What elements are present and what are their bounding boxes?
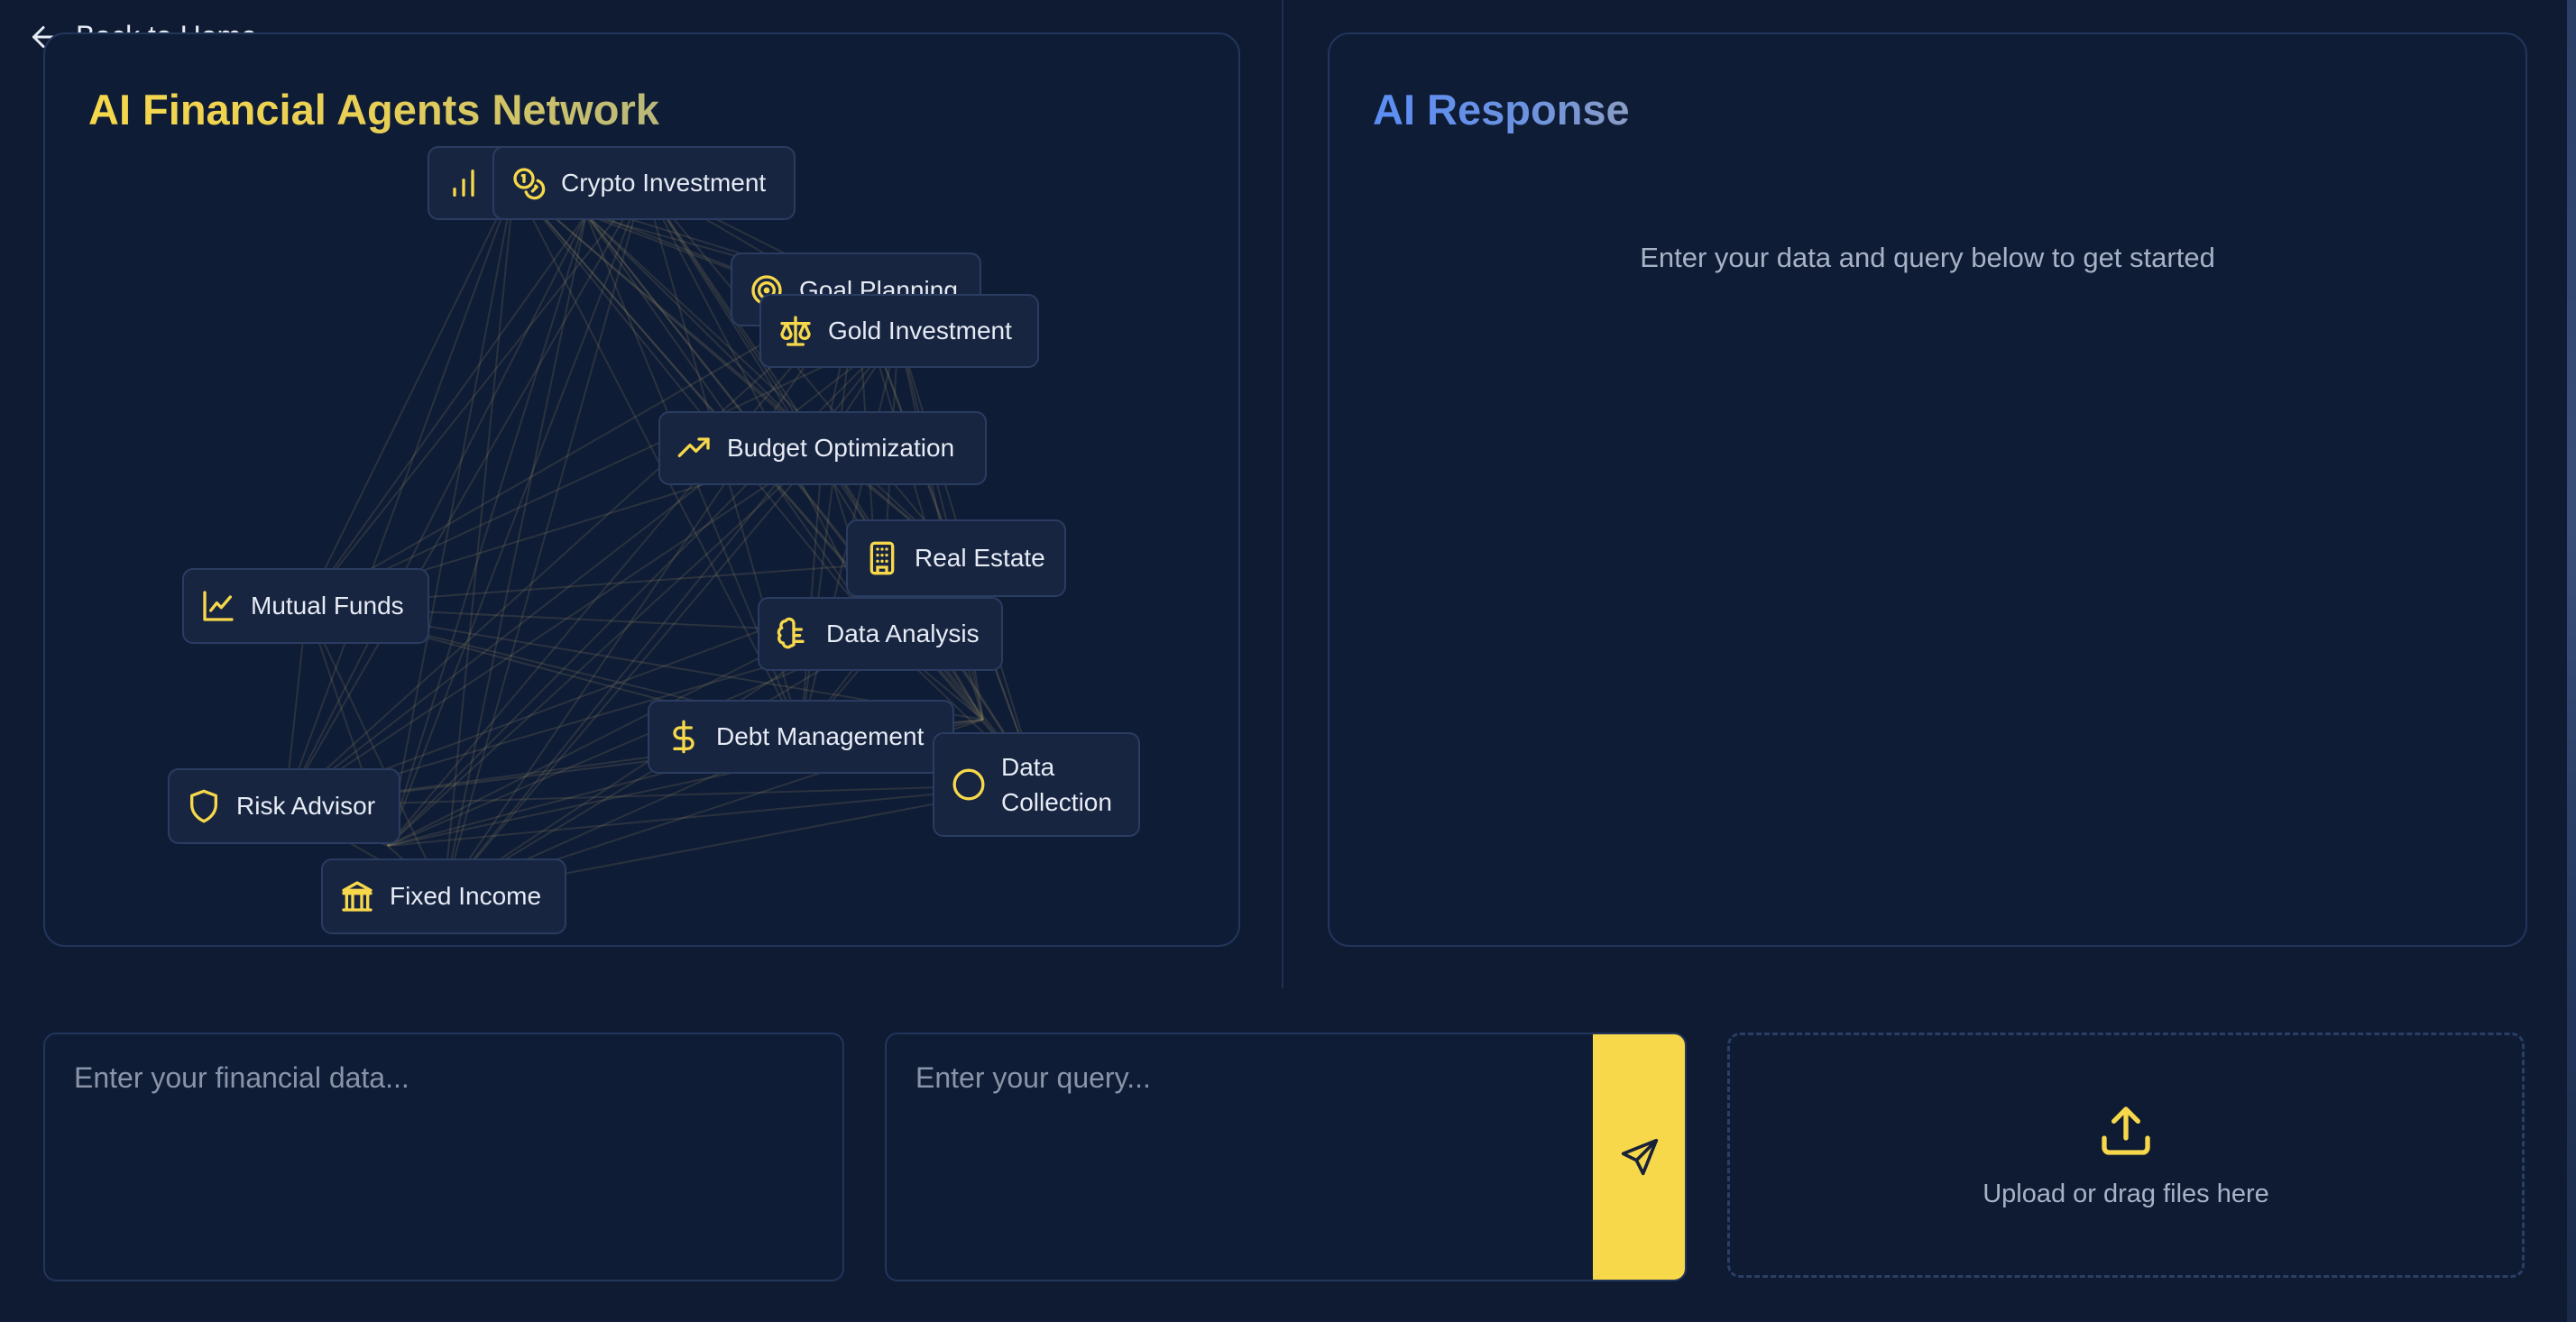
connection-line [443,182,645,897]
financial-data-box [43,1033,844,1281]
agent-node-crypto-investment[interactable]: Crypto Investment [492,146,796,220]
bar-chart-icon [453,170,474,197]
connection-line [284,214,587,807]
connection-line [306,182,645,607]
circle-icon [952,768,985,801]
query-input[interactable] [887,1034,1592,1280]
agent-node-budget-optimization[interactable]: Budget Optimization [658,411,987,485]
connection-line [306,214,587,607]
agents-network-panel: AI Financial Agents Network Goal Plannin… [43,32,1240,947]
agent-node-gold-investment[interactable]: Gold Investment [759,294,1039,368]
agent-node-fixed-income[interactable]: Fixed Income [321,858,566,934]
agent-node-data-analysis[interactable]: Data Analysis [758,597,1003,671]
connection-line [284,182,515,807]
upload-label: Upload or drag files here [1983,1179,2269,1208]
connection-line [513,182,881,635]
bank-icon [342,881,373,912]
line-chart-icon [203,591,234,621]
building-icon [869,541,895,575]
dollar-sign-icon [673,720,695,754]
shield-icon [190,789,217,823]
response-empty-message: Enter your data and query below to get s… [1640,242,2215,273]
response-title: AI Response [1373,86,1630,133]
window-edge [2567,0,2576,1322]
send-button[interactable] [1593,1034,1685,1280]
connection-line [643,182,957,559]
file-upload-dropzone[interactable]: Upload or drag files here [1727,1033,2525,1278]
panel-divider [1282,0,1283,988]
scale-icon [780,316,811,346]
ai-response-panel: AI Response Enter your data and query be… [1328,32,2527,947]
agent-node-debt-management[interactable]: Debt Management [648,700,954,774]
brain-icon [777,617,805,649]
upload-icon [2102,1106,2150,1155]
financial-data-input[interactable] [45,1034,842,1280]
connection-line [387,182,515,847]
connection-line [284,182,645,807]
agent-node-real-estate[interactable]: Real Estate [846,519,1066,597]
agent-node-mutual-funds[interactable]: Mutual Funds [182,568,429,644]
agent-node-data-collection[interactable]: Data Collection [933,732,1140,837]
connection-line [443,182,515,897]
query-box [885,1033,1687,1281]
coins-icon [513,168,546,200]
agent-node-risk-advisor[interactable]: Risk Advisor [168,768,400,844]
trending-up-icon [677,437,710,457]
send-icon [1621,1138,1659,1176]
